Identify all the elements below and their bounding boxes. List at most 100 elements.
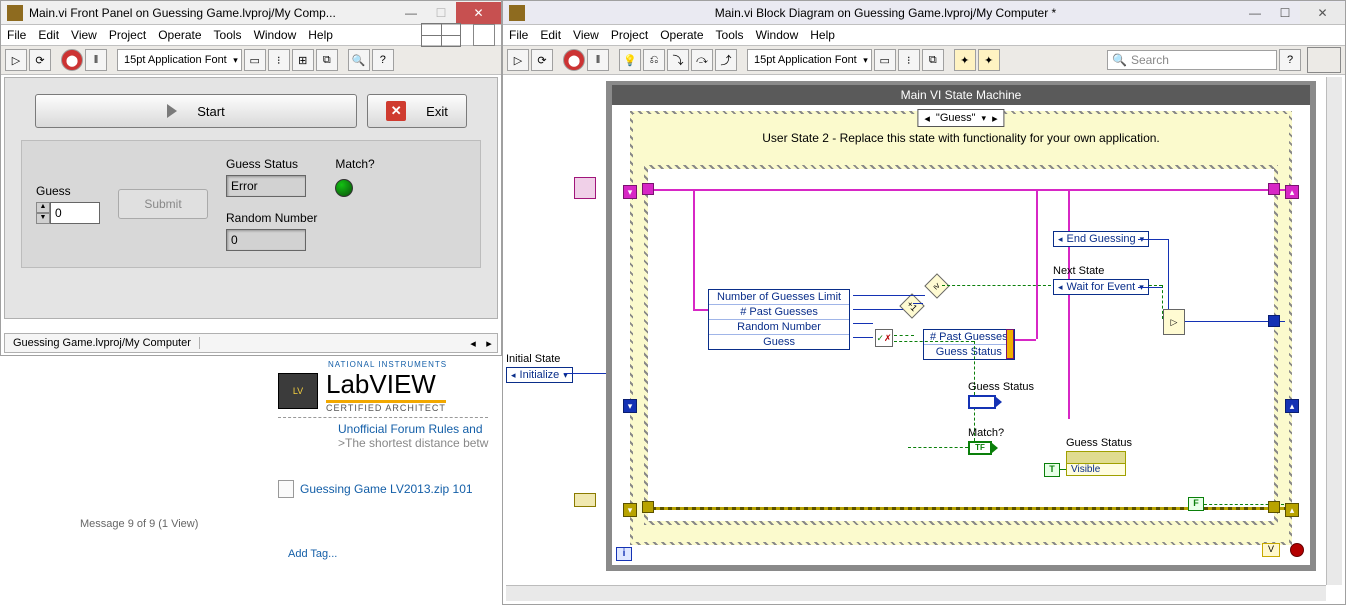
true-constant[interactable]: T	[1044, 463, 1060, 477]
unbundle-item[interactable]: Number of Guesses Limit	[709, 290, 849, 304]
menu-help[interactable]: Help	[810, 28, 835, 42]
maximize-button[interactable]: ☐	[1270, 2, 1300, 24]
align-button[interactable]: ▭	[874, 49, 896, 71]
menu-operate[interactable]: Operate	[660, 28, 703, 42]
initial-state-constant[interactable]: ◂Initialize▾	[506, 367, 573, 383]
resize-button[interactable]: ⊞	[292, 49, 314, 71]
menu-tools[interactable]: Tools	[716, 28, 744, 42]
run-button[interactable]: ▷	[507, 49, 529, 71]
abort-button[interactable]: ⬤	[61, 49, 83, 71]
unbundle-item[interactable]: Random Number	[709, 319, 849, 334]
run-continuous-button[interactable]: ⟳	[531, 49, 553, 71]
font-select[interactable]: 15pt Application Font	[117, 49, 242, 71]
help-icon[interactable]: ?	[372, 49, 394, 71]
case-selector[interactable]: ◂"Guess"▾▸	[917, 109, 1004, 127]
search-icon[interactable]: 🔍	[348, 49, 370, 71]
run-continuous-button[interactable]: ⟳	[29, 49, 51, 71]
retain-wire-button[interactable]: ⎌	[643, 49, 665, 71]
guess-status-terminal[interactable]	[968, 395, 996, 409]
exit-button[interactable]: ✕ Exit	[367, 94, 467, 128]
menu-help[interactable]: Help	[308, 28, 333, 42]
unbundle-by-name[interactable]: Number of Guesses Limit # Past Guesses R…	[708, 289, 850, 350]
block-diagram-canvas[interactable]: Initial State ◂Initialize▾ Main VI State…	[506, 77, 1342, 601]
menu-project[interactable]: Project	[611, 28, 648, 42]
menu-view[interactable]: View	[71, 28, 97, 42]
front-panel-titlebar[interactable]: Main.vi Front Panel on Guessing Game.lvp…	[1, 1, 501, 25]
front-panel-status-bar: Guessing Game.lvproj/My Computer ◂▸	[4, 333, 498, 353]
unbundle-item[interactable]: # Past Guesses	[709, 304, 849, 319]
step-out-button[interactable]: ⤴	[715, 49, 737, 71]
guess-numeric-control[interactable]: ▲▼ 0	[36, 202, 100, 224]
menu-edit[interactable]: Edit	[38, 28, 59, 42]
close-button[interactable]: ✕	[1300, 2, 1345, 24]
grid-icon[interactable]	[421, 23, 461, 47]
variant-node[interactable]: V	[1262, 543, 1280, 557]
minimize-button[interactable]: —	[1240, 2, 1270, 24]
minimize-button[interactable]: —	[396, 2, 426, 24]
menu-tools[interactable]: Tools	[214, 28, 242, 42]
menu-edit[interactable]: Edit	[540, 28, 561, 42]
menu-project[interactable]: Project	[109, 28, 146, 42]
help-icon[interactable]: ?	[1279, 49, 1301, 71]
false-constant[interactable]: F	[1188, 497, 1204, 511]
menu-view[interactable]: View	[573, 28, 599, 42]
search-icon: 🔍	[1112, 53, 1127, 67]
vertical-scrollbar[interactable]	[1326, 77, 1342, 585]
menu-operate[interactable]: Operate	[158, 28, 201, 42]
pause-button[interactable]: ‖	[587, 49, 609, 71]
compare-subvi[interactable]: ✓✗	[875, 329, 893, 347]
pause-button[interactable]: ‖	[85, 49, 107, 71]
cleanup2-button[interactable]: ✦	[978, 49, 1000, 71]
ni-text: NATIONAL INSTRUMENTS	[328, 360, 488, 369]
property-node[interactable]: Visible	[1066, 451, 1126, 476]
message-counter: Message 9 of 9 (1 View)	[80, 518, 198, 530]
project-path[interactable]: Guessing Game.lvproj/My Computer	[5, 337, 200, 349]
property-item[interactable]: Visible	[1067, 464, 1125, 475]
spinner[interactable]: ▲▼	[36, 202, 50, 224]
abort-button[interactable]: ⬤	[563, 49, 585, 71]
end-guessing-constant[interactable]: ◂End Guessing▾	[1053, 231, 1149, 247]
reorder-button[interactable]: ⧉	[922, 49, 944, 71]
front-panel-menubar: File Edit View Project Operate Tools Win…	[1, 25, 501, 45]
vi-icon-pane[interactable]	[473, 24, 495, 46]
next-state-label: Next State	[1053, 265, 1104, 277]
maximize-button[interactable]: ☐	[426, 2, 456, 24]
greater-equal-node[interactable]: ≥	[924, 273, 949, 298]
distribute-button[interactable]: ⁝	[268, 49, 290, 71]
guess-value[interactable]: 0	[50, 202, 100, 224]
horizontal-scrollbar[interactable]	[506, 585, 1326, 601]
font-select[interactable]: 15pt Application Font	[747, 49, 872, 71]
scroll-left-icon[interactable]: ◂	[465, 337, 481, 350]
unbundle-item[interactable]: Guess	[709, 334, 849, 349]
menu-window[interactable]: Window	[756, 28, 799, 42]
step-into-button[interactable]: ⤵	[667, 49, 689, 71]
vi-icon-pane[interactable]	[1307, 47, 1341, 73]
search-input[interactable]: 🔍 Search	[1107, 50, 1277, 70]
stop-terminal[interactable]	[1290, 543, 1304, 557]
scroll-right-icon[interactable]: ▸	[481, 337, 497, 350]
menu-window[interactable]: Window	[254, 28, 297, 42]
block-diagram-titlebar[interactable]: Main.vi Block Diagram on Guessing Game.l…	[503, 1, 1345, 25]
bundle-item[interactable]: Guess Status	[924, 344, 1014, 359]
cleanup-button[interactable]: ✦	[954, 49, 976, 71]
bundle-by-name[interactable]: # Past Guesses Guess Status	[923, 329, 1015, 360]
align-button[interactable]: ▭	[244, 49, 266, 71]
increment-node[interactable]: +1	[899, 293, 924, 318]
step-over-button[interactable]: ⤼	[691, 49, 713, 71]
start-button[interactable]: Start	[35, 94, 357, 128]
next-state-constant[interactable]: ◂Wait for Event▾	[1053, 279, 1149, 295]
attachment-link[interactable]: Guessing Game LV2013.zip 101	[300, 482, 473, 496]
close-icon: ✕	[386, 101, 406, 121]
highlight-execution-button[interactable]: 💡	[619, 49, 641, 71]
submit-button[interactable]: Submit	[118, 189, 208, 219]
select-node[interactable]: ▷	[1163, 309, 1185, 335]
distribute-button[interactable]: ⁝	[898, 49, 920, 71]
match-terminal[interactable]: TF	[968, 441, 992, 455]
add-tag-link[interactable]: Add Tag...	[288, 548, 337, 560]
run-button[interactable]: ▷	[5, 49, 27, 71]
reorder-button[interactable]: ⧉	[316, 49, 338, 71]
menu-file[interactable]: File	[509, 28, 528, 42]
menu-file[interactable]: File	[7, 28, 26, 42]
close-button[interactable]: ✕	[456, 2, 501, 24]
forum-rules-link[interactable]: Unofficial Forum Rules and	[338, 422, 488, 436]
